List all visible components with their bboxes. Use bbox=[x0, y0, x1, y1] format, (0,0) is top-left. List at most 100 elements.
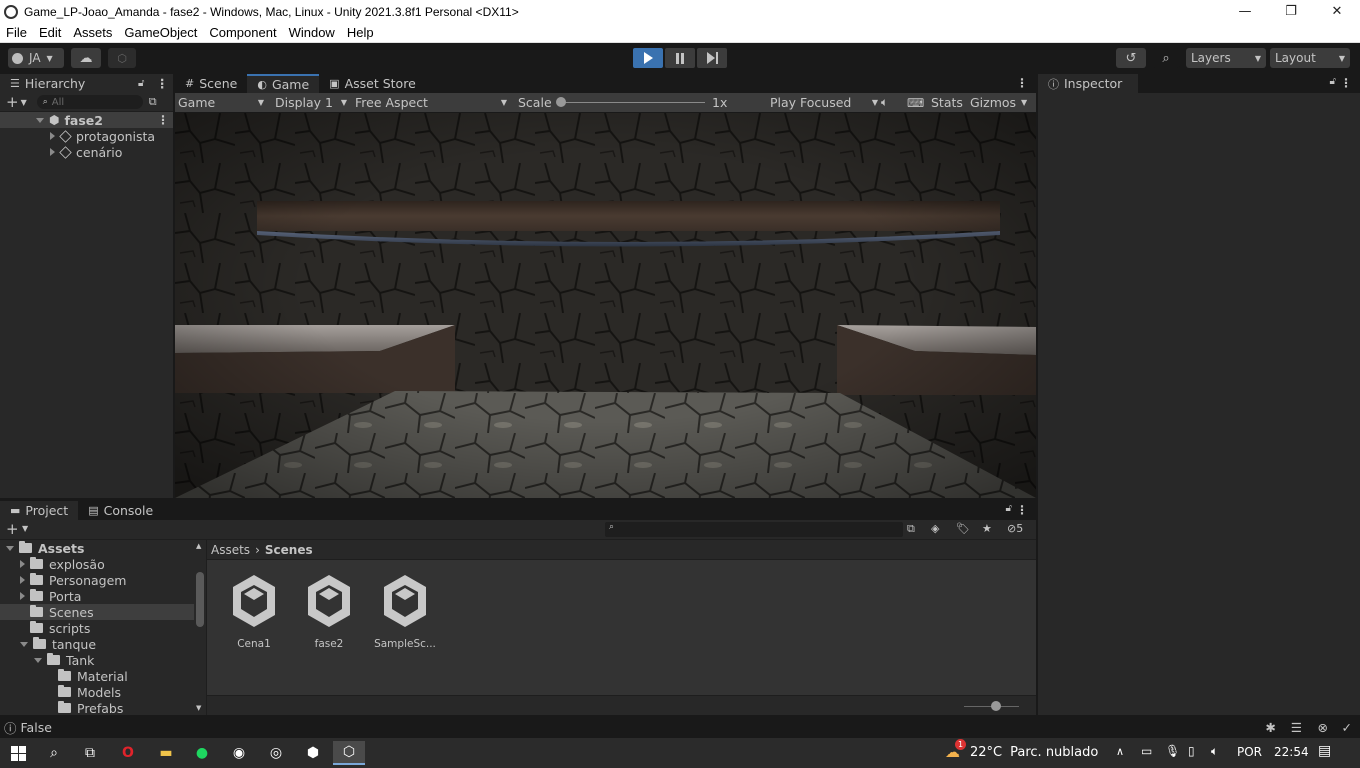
project-search-input[interactable]: ⌕ bbox=[605, 522, 903, 537]
kebab-menu-icon[interactable]: ⋮ bbox=[156, 76, 169, 91]
project-tree-item[interactable]: Prefabs bbox=[0, 700, 194, 716]
minimize-button[interactable]: — bbox=[1222, 0, 1268, 23]
menu-gameobject[interactable]: GameObject bbox=[118, 25, 203, 40]
scale-slider-track[interactable] bbox=[560, 102, 705, 103]
search-button[interactable]: ⌕ bbox=[1152, 48, 1180, 68]
hierarchy-scene-fase2[interactable]: ⬢ fase2 bbox=[36, 112, 103, 128]
play-button[interactable] bbox=[633, 48, 663, 68]
scale-slider-handle[interactable] bbox=[556, 97, 566, 107]
unity-hub-icon[interactable]: ⬢ bbox=[297, 741, 329, 765]
label-filter-icon[interactable]: 🏷︎ bbox=[956, 522, 970, 535]
microphone-icon[interactable]: 🎙︎ bbox=[1165, 744, 1180, 758]
asset-fase2[interactable]: fase2 bbox=[294, 573, 364, 650]
volume-icon[interactable]: 🔈︎ bbox=[1211, 744, 1218, 759]
project-tree-item[interactable]: Personagem bbox=[0, 572, 194, 588]
auto-refresh-icon[interactable]: ⊗ bbox=[1318, 720, 1328, 735]
expand-arrow-down[interactable] bbox=[6, 545, 14, 551]
notification-center-icon[interactable]: ▤ bbox=[1318, 743, 1331, 759]
unity-editor-icon[interactable]: ⬡ bbox=[333, 741, 365, 765]
expand-arrow[interactable] bbox=[20, 592, 25, 600]
favorite-star-icon[interactable]: ★ bbox=[982, 522, 992, 535]
breadcrumb-scenes[interactable]: Scenes bbox=[265, 543, 313, 557]
steam-icon[interactable]: ◎ bbox=[260, 741, 292, 765]
project-tree-item[interactable]: Material bbox=[0, 668, 194, 684]
search-filter-icon[interactable]: ⧉ bbox=[907, 522, 915, 536]
history-button[interactable]: ↺ bbox=[1116, 48, 1146, 68]
meet-now-icon[interactable]: ▭ bbox=[1141, 744, 1152, 758]
chevron-down-icon[interactable]: ▼ bbox=[1021, 98, 1027, 107]
add-icon[interactable]: + bbox=[6, 520, 19, 538]
menu-edit[interactable]: Edit bbox=[33, 25, 67, 40]
layout-dropdown[interactable]: Layout ▼ bbox=[1270, 48, 1350, 68]
clock[interactable]: 22:54 bbox=[1274, 745, 1309, 759]
chevron-down-icon[interactable]: ▼ bbox=[21, 98, 27, 107]
project-tree-item[interactable]: tanque bbox=[0, 636, 194, 652]
tab-inspector[interactable]: ⓘ Inspector bbox=[1038, 74, 1138, 93]
project-tree-item[interactable]: Scenes bbox=[0, 604, 194, 620]
game-view-canvas[interactable] bbox=[175, 113, 1036, 498]
game-controller-icon[interactable]: ◉ bbox=[223, 741, 255, 765]
kebab-menu-icon[interactable]: ⋮ bbox=[1340, 76, 1352, 90]
display-dropdown[interactable]: Display 1 ▼ bbox=[275, 95, 347, 110]
add-icon[interactable]: + bbox=[6, 93, 19, 111]
project-tree-item[interactable]: explosão bbox=[0, 556, 194, 572]
game-mode-dropdown[interactable]: Game ▼ bbox=[178, 95, 266, 110]
expand-arrow[interactable] bbox=[36, 117, 44, 123]
hierarchy-item-cenario[interactable]: cenário bbox=[50, 144, 122, 160]
lock-icon[interactable]: 🔓︎ bbox=[1006, 503, 1012, 514]
menu-window[interactable]: Window bbox=[283, 25, 341, 40]
hidden-count-button[interactable]: ⊘5 bbox=[1007, 522, 1023, 535]
expand-arrow-down[interactable] bbox=[20, 641, 28, 647]
input-language[interactable]: POR bbox=[1237, 745, 1262, 759]
menu-help[interactable]: Help bbox=[341, 25, 380, 40]
opera-icon[interactable]: O bbox=[112, 741, 144, 765]
hierarchy-item-protagonista[interactable]: protagonista bbox=[50, 128, 155, 144]
lock-icon[interactable]: 🔓︎ bbox=[1330, 76, 1336, 87]
play-mode-dropdown[interactable]: Play Focused ▼ bbox=[770, 95, 878, 110]
gizmos-button[interactable]: Gizmos bbox=[970, 95, 1016, 110]
check-circle-icon[interactable]: ✓ bbox=[1342, 720, 1352, 735]
collab-button[interactable]: ⬡ bbox=[108, 48, 136, 68]
tab-project[interactable]: ▬ Project bbox=[0, 501, 79, 520]
type-filter-icon[interactable]: ◈ bbox=[931, 522, 939, 535]
scroll-up-icon[interactable]: ▲ bbox=[196, 542, 201, 550]
asset-cena1[interactable]: Cena1 bbox=[219, 573, 289, 650]
project-tree-item[interactable]: scripts bbox=[0, 620, 194, 636]
hierarchy-search-input[interactable]: All bbox=[52, 97, 64, 108]
project-tree-item[interactable]: Assets bbox=[0, 540, 194, 556]
chevron-up-icon[interactable]: ∧ bbox=[1116, 745, 1124, 758]
network-icon[interactable]: ▯ bbox=[1188, 744, 1195, 758]
step-button[interactable] bbox=[697, 48, 727, 68]
keyboard-icon[interactable]: ⌨ bbox=[907, 96, 924, 110]
bug-icon[interactable]: ✱ bbox=[1266, 720, 1276, 735]
file-explorer-icon[interactable]: ▬ bbox=[150, 741, 182, 765]
expand-arrow[interactable] bbox=[20, 576, 25, 584]
menu-file[interactable]: File bbox=[0, 25, 33, 40]
menu-component[interactable]: Component bbox=[203, 25, 282, 40]
speaker-icon[interactable]: 🔈︎ bbox=[881, 95, 888, 110]
project-tree-item[interactable]: Models bbox=[0, 684, 194, 700]
close-button[interactable]: ✕ bbox=[1314, 0, 1360, 23]
weather-widget[interactable]: ☁ 1 22°C Parc. nublado bbox=[945, 739, 1098, 761]
expand-arrow[interactable] bbox=[50, 132, 55, 140]
kebab-menu-icon[interactable]: ⋮ bbox=[157, 113, 169, 127]
menu-assets[interactable]: Assets bbox=[67, 25, 118, 40]
expand-arrow-down[interactable] bbox=[34, 657, 42, 663]
icon-size-slider-handle[interactable] bbox=[991, 701, 1001, 711]
pause-button[interactable] bbox=[665, 48, 695, 68]
tab-console[interactable]: ▤ Console bbox=[78, 501, 164, 520]
tab-scene[interactable]: # Scene bbox=[175, 74, 248, 93]
expand-arrow[interactable] bbox=[50, 148, 55, 156]
stats-button[interactable]: Stats bbox=[931, 95, 963, 110]
maximize-button[interactable]: ❐ bbox=[1268, 0, 1314, 23]
kebab-menu-icon[interactable]: ⋮ bbox=[1016, 76, 1028, 90]
aspect-dropdown[interactable]: Free Aspect ▼ bbox=[355, 95, 507, 110]
kebab-menu-icon[interactable]: ⋮ bbox=[1016, 503, 1028, 517]
task-view-icon[interactable]: ⧉ bbox=[74, 741, 106, 765]
scrollbar-thumb[interactable] bbox=[196, 572, 204, 627]
filter-icon[interactable]: ⧉ bbox=[149, 95, 157, 109]
project-tree-item[interactable]: Tank bbox=[0, 652, 194, 668]
tab-hierarchy[interactable]: ☰ Hierarchy 🔓︎ ⋮ bbox=[0, 74, 173, 93]
status-message[interactable]: False bbox=[21, 720, 52, 735]
scroll-down-icon[interactable]: ▼ bbox=[196, 704, 201, 712]
